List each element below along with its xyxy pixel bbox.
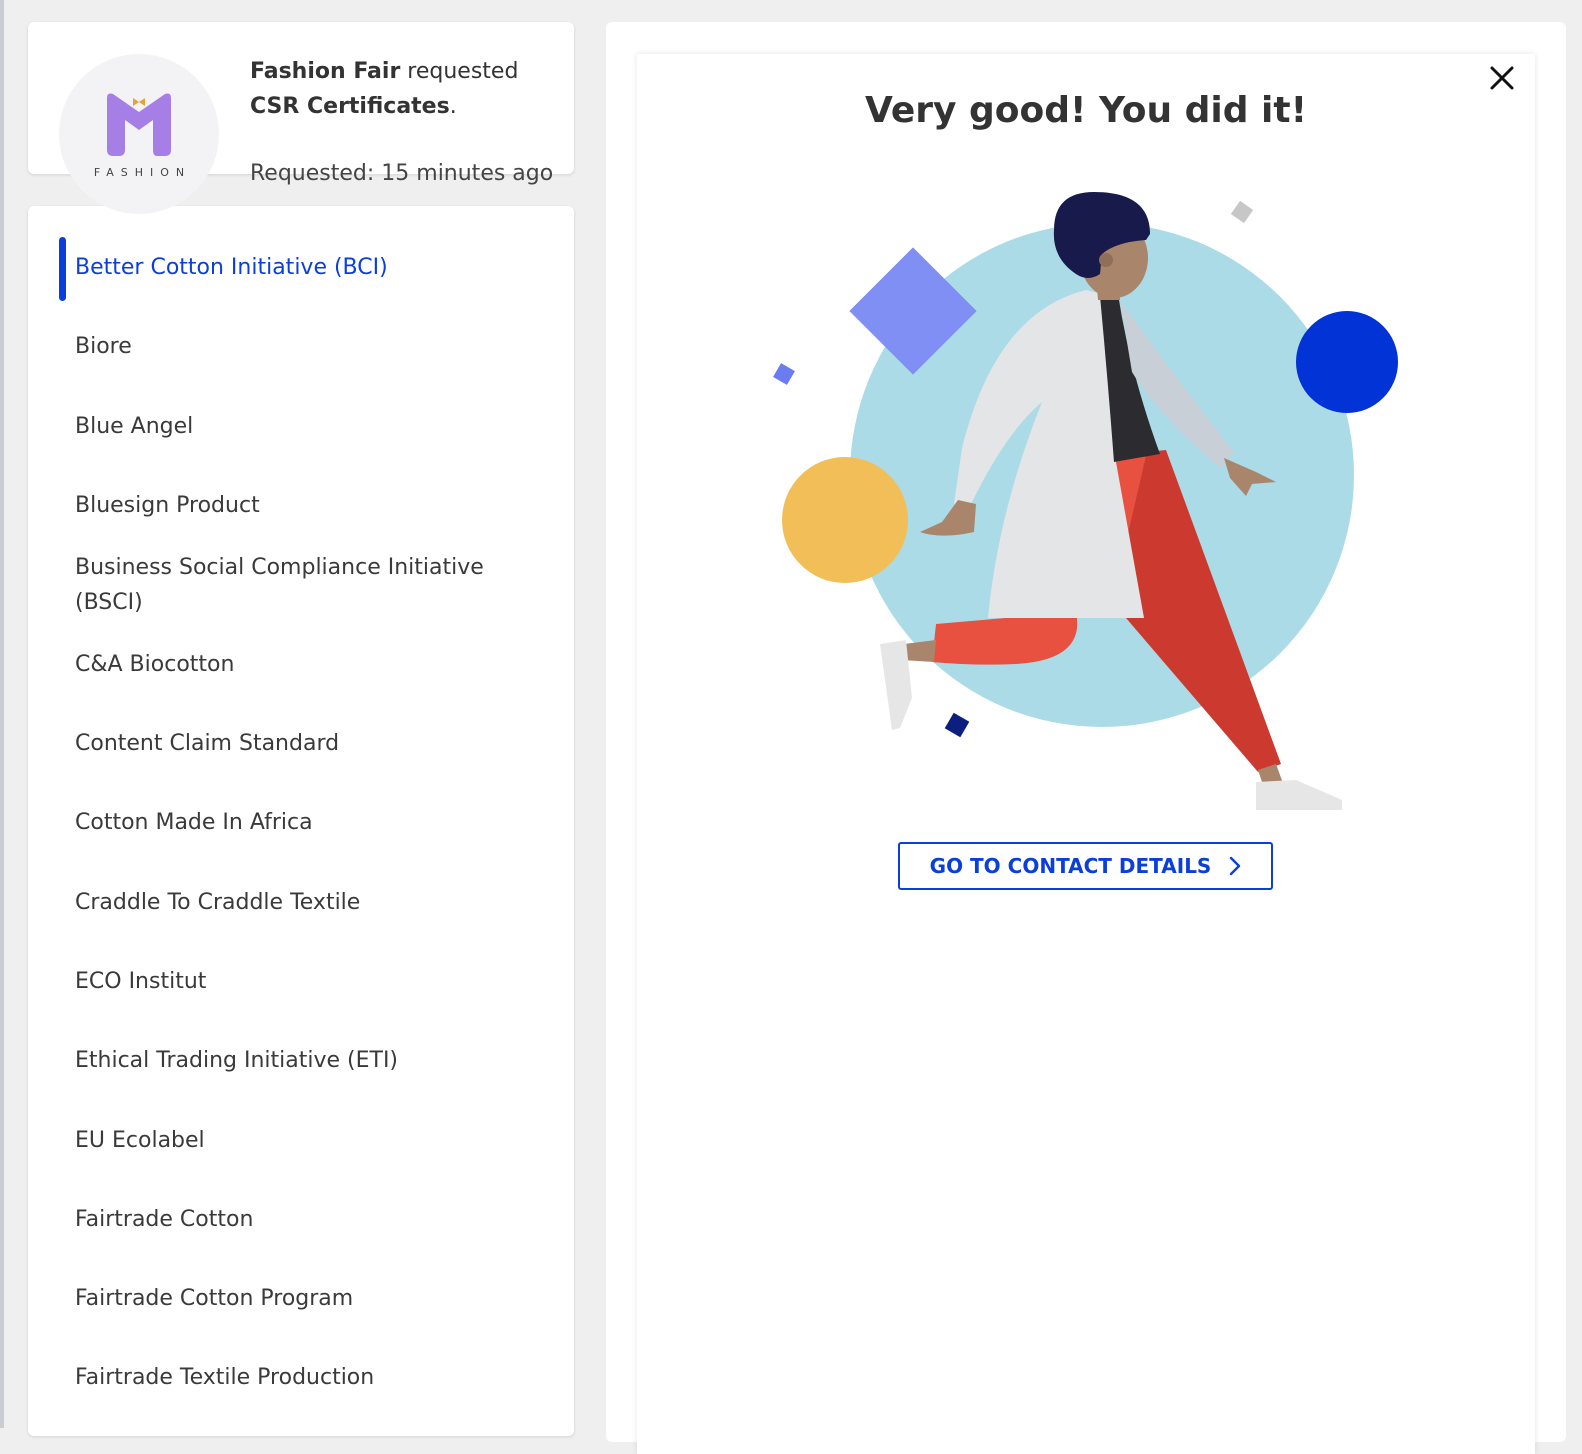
fashion-logo-icon: [107, 93, 171, 156]
cert-item[interactable]: Biore: [75, 329, 545, 364]
requested-item: CSR Certificates: [250, 94, 450, 119]
request-suffix: .: [449, 94, 457, 119]
cert-item[interactable]: Business Social Compliance Initiative (B…: [75, 550, 515, 620]
cert-item[interactable]: Craddle To Craddle Textile: [75, 885, 545, 920]
certificate-list: Better Cotton Initiative (BCI) Biore Blu…: [28, 206, 574, 1436]
cert-item[interactable]: EU Ecolabel: [75, 1123, 545, 1158]
cert-item[interactable]: Ethical Trading Initiative (ETI): [75, 1043, 545, 1078]
cert-item[interactable]: Fairtrade Textile Production: [75, 1360, 545, 1395]
request-message: Fashion Fair requested: [250, 57, 518, 87]
request-item-line: CSR Certificates.: [250, 92, 457, 122]
cert-item[interactable]: Content Claim Standard: [75, 726, 545, 761]
cert-item[interactable]: Bluesign Product: [75, 488, 545, 523]
cert-item[interactable]: Cotton Made In Africa: [75, 805, 545, 840]
chevron-right-icon: [1230, 856, 1241, 876]
request-timestamp: Requested: 15 minutes ago: [250, 161, 554, 186]
company-name: Fashion Fair: [250, 59, 401, 84]
celebration-illustration: [773, 192, 1398, 810]
go-to-contact-details-button[interactable]: GO TO CONTACT DETAILS: [898, 842, 1273, 890]
cert-item[interactable]: Blue Angel: [75, 409, 545, 444]
cert-item[interactable]: Fairtrade Cotton: [75, 1202, 545, 1237]
window-edge: [0, 0, 4, 1428]
request-action: requested: [400, 59, 519, 84]
cert-item[interactable]: Fairtrade Cotton Program: [75, 1281, 545, 1316]
company-logo: FASHION: [59, 54, 219, 214]
cert-item[interactable]: Better Cotton Initiative (BCI): [75, 250, 545, 285]
cta-label: GO TO CONTACT DETAILS: [929, 854, 1212, 878]
active-indicator: [59, 237, 66, 301]
cert-item[interactable]: C&A Biocotton: [75, 647, 545, 682]
success-panel: Very good! You did it! GO TO CONTACT DET…: [606, 22, 1566, 1454]
success-headline: Very good! You did it!: [864, 90, 1308, 131]
cert-item[interactable]: ECO Institut: [75, 964, 545, 999]
logo-wordmark: FASHION: [93, 166, 192, 179]
